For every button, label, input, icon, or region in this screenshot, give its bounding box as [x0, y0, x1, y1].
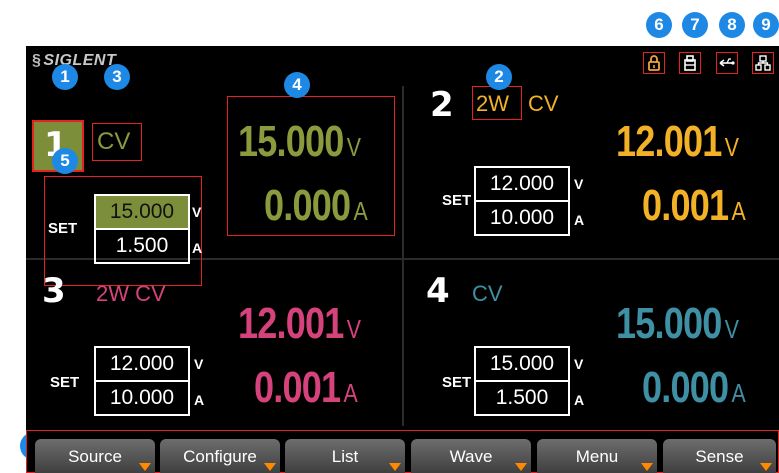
dropdown-arrow-icon — [760, 463, 772, 471]
channel-2-panel[interactable]: 2 2W CV 12.001 V 0.001 A SET 12.000 10.000… — [404, 82, 779, 268]
channel-2-number: 2 — [430, 85, 454, 125]
channel-2-mode: CV — [528, 91, 559, 116]
channel-3-set-a-unit: A — [194, 392, 205, 408]
channel-4-mode: CV — [472, 281, 503, 306]
channel-3-set-v-unit: V — [194, 356, 204, 372]
channel-4-set-current[interactable]: 1.500 — [476, 382, 568, 414]
channel-1-set-label: SET — [48, 220, 78, 237]
top-status-bar: § SIGLENT — [26, 46, 779, 84]
channel-4-panel[interactable]: 4 CV 15.000 V 0.000 A SET 15.000 1.500 V A — [404, 264, 779, 450]
channel-3-set-voltage[interactable]: 12.000 — [96, 348, 188, 382]
channel-1-set-values[interactable]: 15.000 1.500 — [94, 194, 190, 264]
callout-6: 6 — [646, 12, 672, 38]
network-svg — [755, 55, 771, 71]
channel-2-wire: 2W — [472, 86, 522, 120]
softkey-sense[interactable]: Sense — [663, 439, 776, 473]
channel-2-set-values[interactable]: 12.000 10.000 — [474, 166, 570, 236]
channel-1-set-v-unit: V — [192, 204, 202, 220]
softkey-wave[interactable]: Wave — [411, 439, 531, 473]
channel-4-set-a-unit: A — [574, 392, 585, 408]
usb-storage-icon[interactable] — [679, 52, 701, 74]
channel-1-current: 0.000 A — [264, 181, 368, 230]
callout-8: 8 — [719, 12, 745, 38]
power-supply-screen: § SIGLENT 1 CV 15.000 V 0.000 A SET 15.000 … — [26, 46, 779, 473]
usb-svg — [719, 58, 735, 67]
softkey-bar: Source Configure List Wave Menu Sense — [26, 430, 779, 473]
usb-storage-svg — [684, 55, 696, 71]
channel-2-set-label: SET — [442, 192, 472, 209]
channel-1-voltage: 15.000 V — [238, 117, 361, 166]
callout-5: 5 — [52, 148, 78, 174]
callout-9: 9 — [753, 12, 779, 38]
channel-2-set-voltage[interactable]: 12.000 — [476, 168, 568, 202]
dropdown-arrow-icon — [389, 463, 401, 471]
channel-4-current: 0.000 A — [642, 363, 746, 412]
logo-mark-icon: § — [32, 52, 42, 69]
channel-3-current: 0.001 A — [254, 363, 358, 412]
channel-1-panel[interactable]: 1 CV 15.000 V 0.000 A SET 15.000 1.500 V A — [26, 82, 401, 286]
callout-7: 7 — [682, 12, 708, 38]
channel-1-set-a-unit: A — [192, 240, 203, 256]
channel-3-set-values[interactable]: 12.000 10.000 — [94, 346, 190, 416]
channel-3-voltage: 12.001 V — [238, 299, 361, 348]
callout-4: 4 — [284, 72, 310, 98]
channel-2-set-current[interactable]: 10.000 — [476, 202, 568, 234]
channel-2-set-v-unit: V — [574, 176, 584, 192]
lock-icon-svg — [648, 55, 660, 71]
channel-3-panel[interactable]: 3 2W CV 12.001 V 0.001 A SET 12.000 10.000… — [26, 264, 401, 450]
dropdown-arrow-icon — [641, 463, 653, 471]
channel-2-voltage: 12.001 V — [616, 117, 739, 166]
channel-1-set-voltage[interactable]: 15.000 — [96, 196, 188, 230]
softkey-source[interactable]: Source — [35, 439, 155, 473]
dropdown-arrow-icon — [264, 463, 276, 471]
channel-4-set-voltage[interactable]: 15.000 — [476, 348, 568, 382]
dropdown-arrow-icon — [139, 463, 151, 471]
channel-3-number: 3 — [42, 271, 66, 311]
callout-1: 1 — [52, 64, 78, 90]
softkey-menu[interactable]: Menu — [537, 439, 657, 473]
channel-1-set-current[interactable]: 1.500 — [96, 230, 188, 262]
callout-2: 2 — [486, 64, 512, 90]
network-icon[interactable] — [752, 52, 774, 74]
dropdown-arrow-icon — [515, 463, 527, 471]
channel-4-number: 4 — [426, 271, 450, 311]
channel-4-set-v-unit: V — [574, 356, 584, 372]
channel-3-set-current[interactable]: 10.000 — [96, 382, 188, 414]
softkey-configure[interactable]: Configure — [160, 439, 280, 473]
channel-3-wire-mode: 2W CV — [96, 281, 166, 306]
channel-2-current: 0.001 A — [642, 181, 746, 230]
channel-4-set-values[interactable]: 15.000 1.500 — [474, 346, 570, 416]
channel-4-set-label: SET — [442, 374, 472, 391]
callout-3: 3 — [104, 64, 130, 90]
channel-1-mode: CV — [92, 123, 142, 161]
channel-2-set-a-unit: A — [574, 212, 585, 228]
usb-icon[interactable] — [716, 52, 738, 74]
channel-4-voltage: 15.000 V — [616, 299, 739, 348]
lock-icon[interactable] — [643, 52, 665, 74]
softkey-list[interactable]: List — [285, 439, 405, 473]
channel-3-set-label: SET — [50, 374, 80, 391]
